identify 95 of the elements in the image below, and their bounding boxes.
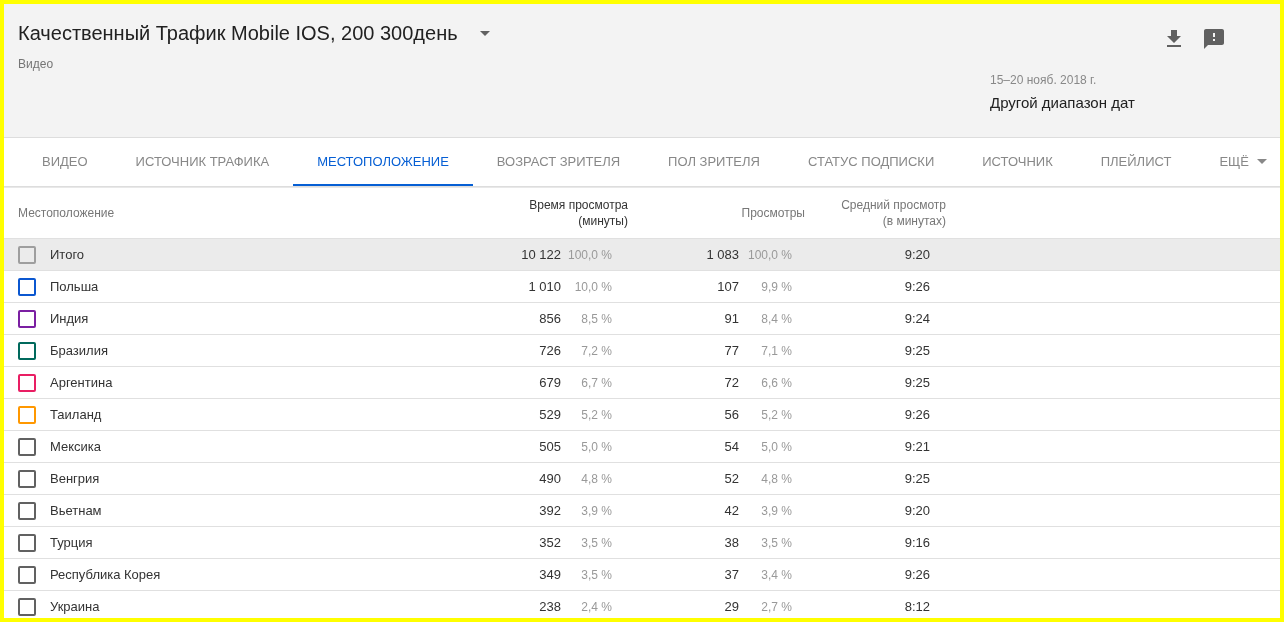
table-cell-text: 37 [723, 567, 739, 582]
table-cell-text: 52 [723, 471, 739, 486]
table-cell-text: 91 [723, 311, 739, 326]
table-cell-text: Республика Корея [49, 567, 162, 582]
caret-icon [1256, 158, 1267, 164]
table-cell-text: 3,5 % [580, 567, 612, 582]
table-cell-text: 9:26 [903, 279, 930, 294]
table-cell-text: 726 [538, 343, 561, 358]
table-cell-text: Итого [49, 247, 86, 262]
table-cell-text: 8:12 [903, 599, 930, 614]
table-cell-text: 72 [723, 375, 739, 390]
table-cell-text: 6,6 % [760, 375, 792, 390]
date-range: 15–20 нояб. 2018 г. [990, 73, 1098, 87]
table-cell-text: 3,9 % [760, 503, 792, 518]
table-cell-text: Бразилия [49, 343, 109, 358]
table-cell-text: Таиланд [49, 407, 103, 422]
table-cell-text: 505 [538, 439, 561, 454]
checkbox[interactable] [18, 373, 36, 392]
table-cell-text: Вьетнам [49, 503, 103, 518]
column-header[interactable]: Местоположение [18, 206, 516, 220]
table-cell-text: 3,4 % [760, 567, 792, 582]
table-cell-text: Венгрия [49, 471, 101, 486]
table-cell-text: 9:21 [903, 439, 930, 454]
table-cell-text: Индия [49, 311, 90, 326]
column-header[interactable]: Время просмотра (минуты) [516, 197, 628, 229]
table-cell-text: 9:26 [903, 567, 930, 582]
date-range-picker[interactable]: Другой диапазон дат [990, 94, 1135, 111]
table-cell-text: 8,5 % [580, 311, 612, 326]
feedback-icon[interactable] [1202, 27, 1226, 51]
checkbox[interactable] [18, 341, 36, 360]
checkbox[interactable] [18, 277, 36, 296]
table-cell-text: 4,8 % [760, 471, 792, 486]
checkbox[interactable] [18, 309, 36, 328]
report-title: Качественный Трафик Mobile IOS, 200 300день [18, 22, 458, 45]
table-cell-text: 77 [723, 343, 739, 358]
table-cell-text: 29 [723, 599, 739, 614]
checkbox[interactable] [18, 597, 36, 616]
table-cell-text: 10 122 [520, 247, 561, 262]
table-cell-text: 679 [538, 375, 561, 390]
table-cell-text: 9,9 % [760, 279, 792, 294]
table-cell-text: 8,4 % [760, 311, 792, 326]
table-cell-text: 1 010 [527, 279, 561, 294]
table-cell-text: 1 083 [705, 247, 739, 262]
table-cell-text: 3,5 % [760, 535, 792, 550]
checkbox[interactable] [18, 469, 36, 488]
dropdown-caret-icon[interactable] [479, 31, 490, 36]
table-cell-text: 2,7 % [760, 599, 792, 614]
table-cell-text: 9:16 [903, 535, 930, 550]
table-cell-text: Турция [49, 535, 94, 550]
checkbox[interactable] [18, 245, 36, 264]
table-cell-text: 42 [723, 503, 739, 518]
column-header[interactable]: Средний просмотр (в минутах) [805, 197, 946, 229]
table-cell-text: 4,8 % [580, 471, 612, 486]
table-cell-text: 7,2 % [580, 343, 612, 358]
table-cell-text: 529 [538, 407, 561, 422]
table-cell-text: 349 [538, 567, 561, 582]
checkbox[interactable] [18, 533, 36, 552]
checkbox[interactable] [18, 565, 36, 584]
table-cell-text: 5,2 % [760, 407, 792, 422]
table-cell-text: 5,0 % [580, 439, 612, 454]
table-cell-text: 100,0 % [746, 247, 792, 262]
table-cell-text: 107 [716, 279, 739, 294]
table-cell-text: Польша [49, 279, 100, 294]
column-header[interactable]: Просмотры [628, 205, 805, 221]
table-cell-text: Украина [49, 599, 101, 614]
table-cell-text: 392 [538, 503, 561, 518]
table-cell-text: 9:25 [903, 343, 930, 358]
table-cell-text: 9:25 [903, 375, 930, 390]
table-cell-text: 238 [538, 599, 561, 614]
table-cell-text: Мексика [49, 439, 102, 454]
table-cell-text: 9:20 [903, 247, 930, 262]
table-cell-text: Аргентина [49, 375, 114, 390]
table-cell-text: 3,9 % [580, 503, 612, 518]
table-cell-text: 856 [538, 311, 561, 326]
table-cell-text: 38 [723, 535, 739, 550]
table-cell-text: 56 [723, 407, 739, 422]
table-cell-text: 9:20 [903, 503, 930, 518]
table-cell-text: 490 [538, 471, 561, 486]
table-cell-text: 5,0 % [760, 439, 792, 454]
table-cell-text: 6,7 % [580, 375, 612, 390]
table-cell-text: 2,4 % [580, 599, 612, 614]
table-cell-text: 54 [723, 439, 739, 454]
table-cell-text: 352 [538, 535, 561, 550]
table-cell-text: 3,5 % [580, 535, 612, 550]
checkbox[interactable] [18, 501, 36, 520]
table-cell-text: 100,0 % [566, 247, 612, 262]
table-cell-text: 9:24 [903, 311, 930, 326]
report-subtitle: Видео [18, 57, 55, 71]
table-cell-text: 9:26 [903, 407, 930, 422]
table-cell-text: 10,0 % [573, 279, 612, 294]
table-cell-text: 5,2 % [580, 407, 612, 422]
checkbox[interactable] [18, 405, 36, 424]
checkbox[interactable] [18, 437, 36, 456]
table-cell-text: 9:25 [903, 471, 930, 486]
table-cell-text: 7,1 % [760, 343, 792, 358]
